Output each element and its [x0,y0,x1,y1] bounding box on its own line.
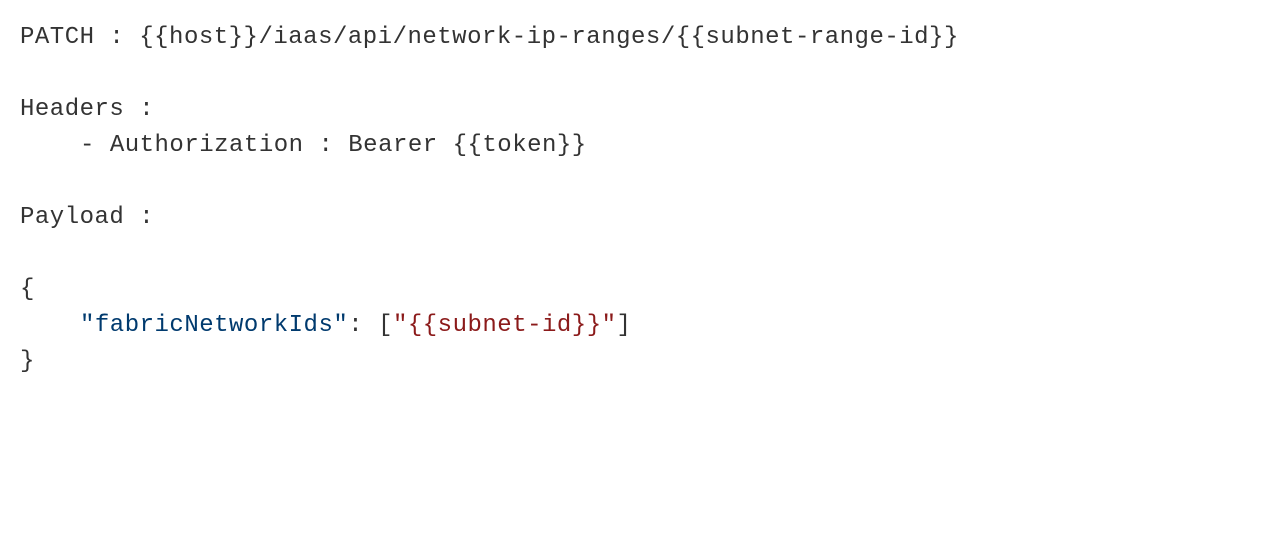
http-method: PATCH [20,24,95,51]
json-bracket-close: ] [617,312,632,339]
headers-label: Headers : [20,92,1264,128]
header-value: Bearer {{token}} [348,132,586,159]
open-brace: { [20,276,35,303]
close-brace: } [20,348,35,375]
request-separator: : [95,24,140,51]
json-property-line: "fabricNetworkIds": ["{{subnet-id}}"] [20,308,1264,344]
header-key: Authorization [110,132,304,159]
blank-line [20,56,1264,92]
json-key: "fabricNetworkIds" [80,312,348,339]
json-colon: : [348,312,378,339]
payload-label: Payload : [20,200,1264,236]
header-separator: : [304,132,349,159]
blank-line [20,236,1264,272]
json-string-value: "{{subnet-id}}" [393,312,617,339]
request-line: PATCH : {{host}}/iaas/api/network-ip-ran… [20,20,1264,56]
request-url: {{host}}/iaas/api/network-ip-ranges/{{su… [139,24,959,51]
header-bullet: - [80,132,110,159]
header-authorization-line: - Authorization : Bearer {{token}} [20,128,1264,164]
blank-line [20,164,1264,200]
json-bracket-open: [ [378,312,393,339]
json-close-brace: } [20,344,1264,380]
json-open-brace: { [20,272,1264,308]
